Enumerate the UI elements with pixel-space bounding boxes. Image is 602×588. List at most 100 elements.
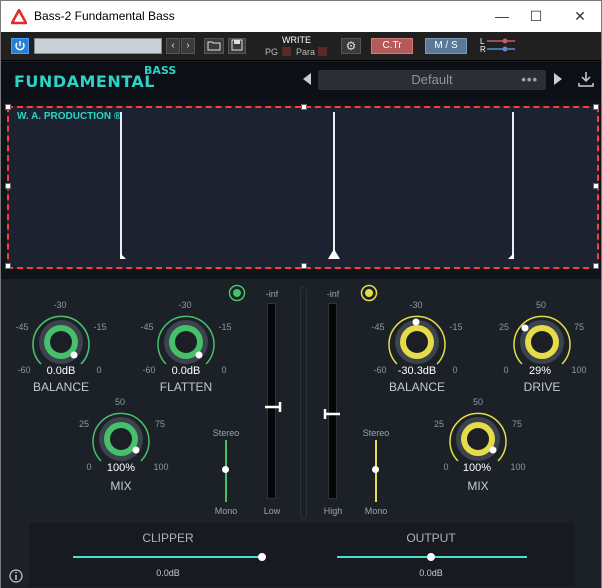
tick-label: -30 <box>409 300 423 310</box>
chevron-right-icon: › <box>186 40 190 51</box>
para-label: Para <box>296 47 316 57</box>
window-title: Bass-2 Fundamental Bass <box>34 9 175 23</box>
channel-routing-icon[interactable] <box>487 38 517 54</box>
folder-icon <box>207 41 221 51</box>
fader-divider <box>300 287 307 519</box>
resize-handle[interactable] <box>593 104 599 110</box>
right-mix-label: MIX <box>467 479 489 493</box>
prev-preset-arrow-icon[interactable] <box>303 73 311 85</box>
high-fader-handle-icon[interactable] <box>322 407 342 421</box>
download-icon[interactable] <box>578 71 594 87</box>
left-balance-label: BALANCE <box>32 380 90 394</box>
clipper-value: 0.0dB <box>156 568 180 578</box>
save-button[interactable] <box>228 38 246 54</box>
maximize-button[interactable]: ☐ <box>520 5 552 27</box>
clipper-label: CLIPPER <box>142 531 194 545</box>
resize-handle[interactable] <box>5 104 11 110</box>
right-boundary-handle-icon[interactable] <box>506 249 514 259</box>
power-button[interactable] <box>11 38 29 54</box>
high-fader-top-label: -inf <box>326 289 340 299</box>
clipper-slider[interactable] <box>73 556 263 558</box>
resize-handle[interactable] <box>5 263 11 269</box>
controls-panel: -30 -45 -15 -60 0 0.0dB BALANCE -30 -45 … <box>1 279 601 588</box>
preset-name: Default <box>411 72 453 87</box>
left-mono-label: Mono <box>214 506 238 516</box>
brand-name: FUNDAMENTAL <box>14 72 155 91</box>
output-thumb[interactable] <box>427 553 435 561</box>
para-write-toggle[interactable] <box>318 47 327 56</box>
title-bar: Bass-2 Fundamental Bass — ☐ ✕ <box>1 1 601 32</box>
left-mix-value: 100% <box>106 462 136 474</box>
app-logo-icon <box>11 9 27 25</box>
left-balance-value: 0.0dB <box>46 365 76 377</box>
pg-write-toggle[interactable] <box>282 47 291 56</box>
right-balance-value: -30.3dB <box>397 365 437 377</box>
crossover-line[interactable] <box>333 112 335 258</box>
tick-label: 50 <box>535 300 546 310</box>
plugin-window: Bass-2 Fundamental Bass — ☐ ✕ ‹ › WRITE … <box>0 0 602 588</box>
output-section: CLIPPER 0.0dB OUTPUT 0.0dB <box>29 523 575 587</box>
left-mix-label: MIX <box>110 479 132 493</box>
left-stereo-thumb[interactable] <box>222 466 229 473</box>
next-preset-button[interactable]: › <box>181 38 195 54</box>
low-band-solo-button[interactable] <box>228 284 246 302</box>
preset-menu-icon[interactable]: ••• <box>521 70 538 90</box>
drive-value: 29% <box>528 365 552 377</box>
flatten-value: 0.0dB <box>171 365 201 377</box>
right-balance-label: BALANCE <box>388 380 446 394</box>
low-fader-top-label: -inf <box>265 289 279 299</box>
pg-label: PG <box>265 47 279 57</box>
right-mono-label: Mono <box>364 506 388 516</box>
info-icon[interactable] <box>9 569 23 583</box>
resize-handle[interactable] <box>593 183 599 189</box>
low-fader-label: Low <box>263 506 281 516</box>
right-stereo-thumb[interactable] <box>372 466 379 473</box>
r-channel-label: R <box>480 45 486 54</box>
close-button[interactable]: ✕ <box>564 5 596 27</box>
minimize-button[interactable]: — <box>486 5 518 27</box>
tick-label: 50 <box>472 397 483 407</box>
band-divider-left[interactable] <box>120 112 122 258</box>
chevron-left-icon: ‹ <box>171 40 175 51</box>
resize-handle[interactable] <box>593 263 599 269</box>
tick-label: -30 <box>178 300 192 310</box>
left-boundary-handle-icon[interactable] <box>120 249 128 259</box>
resize-handle[interactable] <box>5 183 11 189</box>
preset-selector[interactable]: Default ••• <box>318 70 546 90</box>
flatten-label: FLATTEN <box>159 380 213 394</box>
high-fader-label: High <box>323 506 343 516</box>
output-value: 0.0dB <box>419 568 443 578</box>
save-icon <box>231 39 243 51</box>
clipper-thumb[interactable] <box>258 553 266 561</box>
plugin-ui: FUNDAMENTAL BASS Default ••• W. A. PRODU… <box>1 62 601 588</box>
tick-label: 50 <box>114 397 125 407</box>
band-divider-right[interactable] <box>512 112 514 258</box>
tick-label: -30 <box>53 300 67 310</box>
preset-name-field[interactable] <box>34 38 162 54</box>
right-mix-value: 100% <box>462 462 492 474</box>
ctr-button[interactable]: C.Tr <box>371 38 413 54</box>
plugin-header: FUNDAMENTAL BASS Default ••• <box>1 62 601 101</box>
tick-label: 100 <box>510 462 526 472</box>
write-label: WRITE <box>282 35 311 45</box>
left-stereo-label: Stereo <box>212 428 240 438</box>
brand-suffix: BASS <box>144 64 177 77</box>
crossover-handle-icon[interactable] <box>328 249 340 259</box>
right-stereo-label: Stereo <box>362 428 390 438</box>
watermark: W. A. PRODUCTION ® <box>17 111 122 122</box>
resize-handle[interactable] <box>301 263 307 269</box>
spectrum-display[interactable]: W. A. PRODUCTION ® <box>5 104 599 269</box>
prev-preset-button[interactable]: ‹ <box>166 38 180 54</box>
open-button[interactable] <box>204 38 224 54</box>
low-fader-handle-icon[interactable] <box>263 400 283 414</box>
host-toolbar: ‹ › WRITE PG Para ⚙ C.Tr M / S L R <box>1 32 601 61</box>
resize-handle[interactable] <box>301 104 307 110</box>
settings-button[interactable]: ⚙ <box>341 38 361 54</box>
drive-label: DRIVE <box>523 380 561 394</box>
power-icon <box>15 41 25 51</box>
next-preset-arrow-icon[interactable] <box>554 73 562 85</box>
high-band-fader[interactable] <box>328 303 337 499</box>
output-label: OUTPUT <box>406 531 456 545</box>
high-band-solo-button[interactable] <box>360 284 378 302</box>
ms-button[interactable]: M / S <box>425 38 467 54</box>
